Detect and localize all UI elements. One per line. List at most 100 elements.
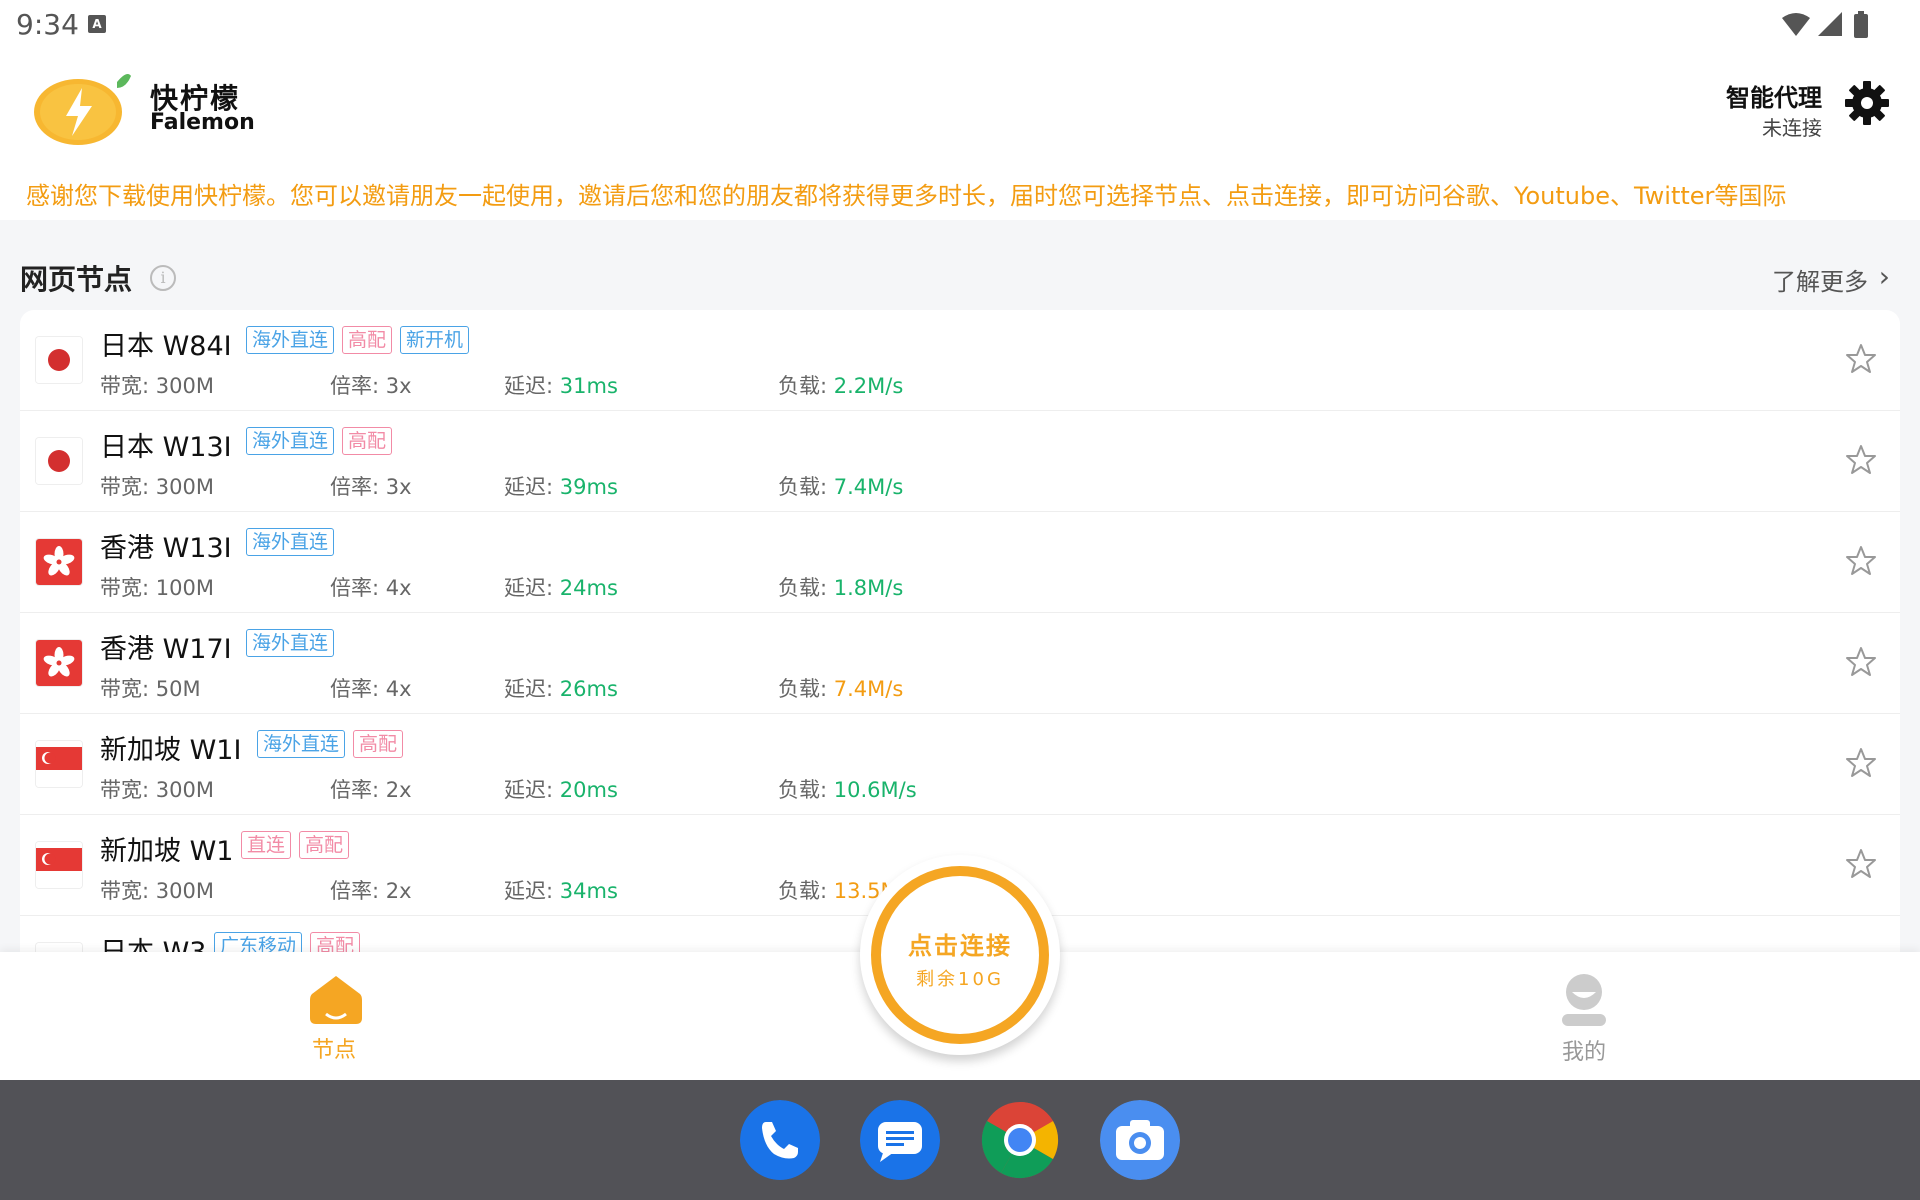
stat-value: 10.6M/s <box>833 778 917 802</box>
node-tags: 海外直连 高配 <box>257 730 404 758</box>
node-tag: 高配 <box>310 932 361 952</box>
stat-value: 2.2M/s <box>833 374 904 398</box>
stat-label: 延迟: <box>504 374 560 398</box>
flag-hk-icon <box>36 640 82 686</box>
profile-icon[interactable] <box>1560 974 1608 1026</box>
stat-label: 倍率: <box>330 778 386 802</box>
favorite-star-icon[interactable] <box>1844 342 1878 376</box>
connect-button[interactable]: 点击连接 剩余10G <box>871 866 1049 1044</box>
flag-sg-icon <box>36 741 82 787</box>
flag-hk-icon <box>36 539 82 585</box>
node-latency: 延迟: 24ms <box>504 572 618 602</box>
proxy-mode-title[interactable]: 智能代理 <box>1726 78 1822 113</box>
app-header: 快柠檬 Falemon 智能代理 未连接 感谢您下载使用快柠檬。您可以邀请朋友一… <box>0 50 1920 220</box>
status-icons <box>1782 11 1868 38</box>
favorite-star-icon[interactable] <box>1844 746 1878 780</box>
flag-sg-icon <box>36 842 82 888</box>
battery-icon <box>1854 14 1868 38</box>
stat-label: 负载: <box>778 475 834 499</box>
node-tag: 新开机 <box>400 326 470 354</box>
chrome-app-icon[interactable] <box>980 1100 1060 1180</box>
stat-label: 倍率: <box>330 475 386 499</box>
status-time: 9:34 <box>16 8 79 41</box>
stat-value: 39ms <box>559 475 618 499</box>
stat-label: 负载: <box>778 677 834 701</box>
node-tag: 高配 <box>299 831 350 859</box>
node-bandwidth: 带宽: 50M <box>100 673 201 703</box>
stat-label: 带宽: <box>100 778 156 802</box>
section-title: 网页节点 <box>20 263 133 296</box>
stat-label: 带宽: <box>100 576 156 600</box>
announcement-marquee: 感谢您下载使用快柠檬。您可以邀请朋友一起使用，邀请后您和您的朋友都将获得更多时长… <box>26 182 1787 210</box>
node-tags: 直连 高配 <box>241 831 350 859</box>
info-icon[interactable]: i <box>150 265 176 291</box>
flag-jp-icon <box>36 943 82 952</box>
node-row[interactable]: 新加坡 W1I 海外直连 高配 带宽: 300M 倍率: 2x 延迟: 20ms 负载: 1… <box>20 714 1900 815</box>
wifi-icon <box>1782 13 1810 36</box>
connect-title: 点击连接 <box>908 932 1012 960</box>
status-bar: 9:34 A <box>0 0 1920 50</box>
messages-app-icon[interactable] <box>860 1100 940 1180</box>
stat-label: 倍率: <box>330 677 386 701</box>
stat-value: 300M <box>155 374 214 398</box>
node-tag: 广东移动 <box>214 932 303 952</box>
node-tag: 直连 <box>241 831 292 859</box>
stat-value: 34ms <box>559 879 618 903</box>
node-row[interactable]: 日本 W13I 海外直连 高配 带宽: 300M 倍率: 3x 延迟: 39ms 负载: 7… <box>20 411 1900 512</box>
node-load: 负载: 2.2M/s <box>778 370 903 400</box>
learn-more-link[interactable]: 了解更多 <box>1772 262 1868 297</box>
stat-label: 倍率: <box>330 374 386 398</box>
node-bandwidth: 带宽: 300M <box>100 774 214 804</box>
stat-label: 倍率: <box>330 879 386 903</box>
node-latency: 延迟: 31ms <box>504 370 618 400</box>
node-load: 负载: 7.4M/s <box>778 673 903 703</box>
brand-name-en: Falemon <box>150 110 255 135</box>
node-row[interactable]: 香港 W13I 海外直连 带宽: 100M 倍率: 4x 延迟: 24ms 负载: 1.8… <box>20 512 1900 613</box>
node-tags: 海外直连 高配 <box>246 427 393 455</box>
stat-value: 31ms <box>559 374 618 398</box>
stat-value: 1.8M/s <box>833 576 904 600</box>
node-row[interactable]: 香港 W17I 海外直连 带宽: 50M 倍率: 4x 延迟: 26ms 负载: 7.4M… <box>20 613 1900 714</box>
connection-status: 未连接 <box>1762 116 1822 140</box>
node-bandwidth: 带宽: 300M <box>100 471 214 501</box>
nav-mine-label[interactable]: 我的 <box>1562 1034 1606 1066</box>
node-bandwidth: 带宽: 100M <box>100 572 214 602</box>
node-tag: 高配 <box>353 730 404 758</box>
node-latency: 延迟: 34ms <box>504 875 618 905</box>
node-row[interactable]: 日本 W84I 海外直连 高配 新开机 带宽: 300M 倍率: 3x 延迟: 31ms 负载… <box>20 310 1900 411</box>
node-name: 香港 W13I <box>100 533 232 564</box>
stat-value: 300M <box>155 778 214 802</box>
favorite-star-icon[interactable] <box>1844 544 1878 578</box>
camera-app-icon[interactable] <box>1100 1100 1180 1180</box>
node-bandwidth: 带宽: 300M <box>100 875 214 905</box>
favorite-star-icon[interactable] <box>1844 645 1878 679</box>
stat-label: 延迟: <box>504 778 560 802</box>
favorite-star-icon[interactable] <box>1844 443 1878 477</box>
stat-label: 延迟: <box>504 879 560 903</box>
android-dock <box>0 1080 1920 1200</box>
home-icon[interactable] <box>310 974 362 1024</box>
phone-app-icon[interactable] <box>740 1100 820 1180</box>
stat-label: 负载: <box>778 778 834 802</box>
node-latency: 延迟: 26ms <box>504 673 618 703</box>
stat-label: 延迟: <box>504 475 560 499</box>
node-rate: 倍率: 3x <box>330 370 412 400</box>
signal-icon <box>1818 12 1842 36</box>
node-name: 日本 W84I <box>100 331 232 362</box>
settings-gear-icon[interactable] <box>1844 80 1890 126</box>
node-name: 新加坡 W1 <box>100 836 234 867</box>
node-tag: 高配 <box>342 326 393 354</box>
stat-value: 20ms <box>559 778 618 802</box>
favorite-star-icon[interactable] <box>1844 847 1878 881</box>
node-tag: 海外直连 <box>246 326 335 354</box>
node-rate: 倍率: 4x <box>330 572 412 602</box>
chevron-right-icon[interactable]: › <box>1879 260 1890 293</box>
node-tag: 海外直连 <box>246 629 335 657</box>
stat-label: 延迟: <box>504 576 560 600</box>
nav-nodes-label[interactable]: 节点 <box>312 1032 356 1064</box>
stat-value: 2x <box>385 778 412 802</box>
stat-label: 延迟: <box>504 677 560 701</box>
stat-value: 300M <box>155 475 214 499</box>
stat-label: 带宽: <box>100 879 156 903</box>
node-tags: 广东移动 高配 <box>214 932 361 952</box>
